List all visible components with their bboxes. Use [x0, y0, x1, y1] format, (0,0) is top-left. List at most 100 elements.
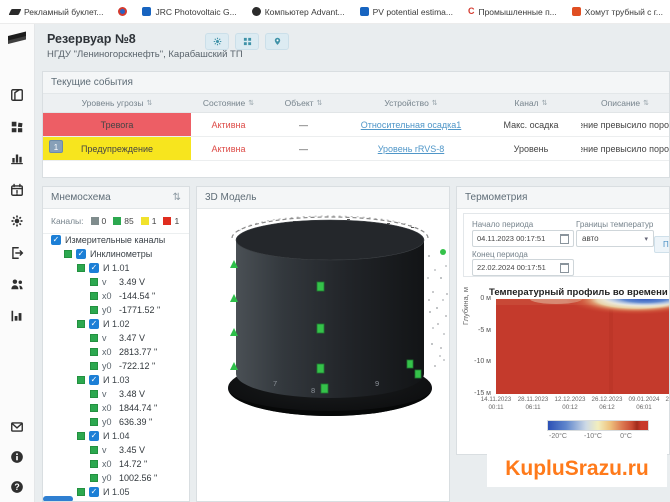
status-led-icon — [90, 404, 98, 412]
checkbox[interactable]: ✓ — [89, 263, 99, 273]
tree-item-value: 3.47 V — [119, 333, 145, 343]
x-tick-time: 06:12 — [587, 404, 627, 412]
bookmark-item[interactable]: Рекламный буклет... — [10, 7, 103, 17]
x-tick-date: 12.12.2023 — [550, 396, 590, 404]
c-letter-favicon: C — [468, 7, 475, 16]
watermark: KupluSrazu.ru — [487, 451, 667, 487]
end-period-input[interactable]: 22.02.2024 00:17:51 — [472, 259, 574, 276]
tree-item-key: y0 — [102, 305, 115, 315]
tree-item[interactable]: v3.47 V — [43, 331, 190, 345]
scan-points — [427, 255, 448, 367]
column-header[interactable]: Устройство⇅ — [341, 94, 481, 112]
bar-chart-icon[interactable] — [10, 151, 24, 165]
x-tick-time: 06:11 — [513, 404, 553, 412]
status-led-icon — [90, 278, 98, 286]
bookmark-item[interactable]: Хомут трубный с г... — [572, 7, 663, 17]
tree-item[interactable]: x0-144.54 " — [43, 289, 190, 303]
bookmark-item[interactable] — [118, 7, 127, 16]
info-icon[interactable] — [10, 450, 24, 464]
tree-item-value: 14.72 " — [119, 459, 147, 469]
users-icon[interactable] — [10, 277, 24, 291]
tree-item[interactable]: v3.49 V — [43, 275, 190, 289]
device-link[interactable]: Уровень rRVS-8 — [378, 144, 445, 154]
device-link[interactable]: Относительная осадка1 — [361, 120, 462, 130]
tree-item[interactable]: x01844.74 " — [43, 401, 190, 415]
bookmark-label: Компьютер Advant... — [265, 7, 345, 17]
flag-favicon — [9, 9, 22, 15]
bookmark-item[interactable]: CПромышленные п... — [468, 7, 557, 17]
bookmark-item[interactable]: JRC Photovoltaic G... — [142, 7, 236, 17]
pagination-page-button[interactable]: 1 — [49, 140, 63, 153]
threat-level-cell: Тревога — [43, 113, 191, 136]
checkbox[interactable]: ✓ — [89, 487, 99, 497]
calendar-icon[interactable] — [560, 263, 569, 273]
tree-item[interactable]: x02813.77 " — [43, 345, 190, 359]
report-icon[interactable] — [10, 309, 24, 323]
mail-icon[interactable] — [10, 420, 24, 434]
tree-item[interactable]: v3.48 V — [43, 387, 190, 401]
end-period-value: 22.02.2024 00:17:51 — [477, 263, 546, 272]
tank-3d-view[interactable]: 7 8 9 — [197, 208, 450, 502]
channel-cell: Макс. осадка — [481, 113, 581, 136]
tree-item-label: И 1.02 — [103, 319, 130, 329]
header-pin-button[interactable] — [265, 33, 289, 50]
column-header[interactable]: Состояние⇅ — [191, 94, 266, 112]
tree-item[interactable]: ✓И 1.01 — [43, 261, 190, 275]
tree-item[interactable]: ✓И 1.04 — [43, 429, 190, 443]
tree-item[interactable]: x014.72 " — [43, 457, 190, 471]
checkbox[interactable]: ✓ — [89, 431, 99, 441]
tree-item[interactable]: v3.45 V — [43, 443, 190, 457]
x-tick-label: 12.12.202300:12 — [550, 396, 590, 412]
help-icon[interactable]: ? — [10, 480, 24, 494]
status-led-icon — [64, 250, 72, 258]
logout-icon[interactable] — [10, 246, 24, 260]
tree-item[interactable]: ✓Измерительные каналы — [43, 233, 190, 247]
status-led-icon — [77, 264, 85, 272]
map-icon[interactable] — [10, 88, 24, 102]
checkbox[interactable]: ✓ — [89, 375, 99, 385]
filter-sort-icon[interactable]: ⇅ — [173, 187, 181, 208]
calendar-icon[interactable] — [560, 234, 569, 244]
events-panel-title: Текущие события — [51, 72, 133, 93]
tree-item[interactable]: y01002.56 " — [43, 471, 190, 485]
events-table-header: Уровень угрозы⇅Состояние⇅Объект⇅Устройст… — [43, 94, 669, 113]
checkbox[interactable]: ✓ — [76, 249, 86, 259]
current-events-panel: Текущие события Уровень угрозы⇅Состояние… — [42, 71, 670, 178]
tree-item[interactable]: y0-722.12 " — [43, 359, 190, 373]
column-header[interactable]: Описание⇅ — [581, 94, 669, 112]
column-header[interactable]: Объект⇅ — [266, 94, 341, 112]
tree-item-value: 1844.74 " — [119, 403, 157, 413]
checkbox[interactable]: ✓ — [89, 319, 99, 329]
header-grid-button[interactable] — [235, 33, 259, 50]
thermometry-panel: Термометрия Начало периода 04.11.2023 00… — [456, 186, 670, 455]
sort-icon: ⇅ — [432, 99, 438, 107]
tree-item[interactable]: ✓И 1.03 — [43, 373, 190, 387]
bookmarks-bar: Рекламный буклет... JRC Photovoltaic G...… — [0, 0, 670, 24]
temp-bounds-select[interactable]: авто ▾ — [576, 230, 654, 247]
column-header[interactable]: Канал⇅ — [481, 94, 581, 112]
horizontal-scrollbar-thumb[interactable] — [43, 496, 73, 502]
pv-favicon — [360, 7, 369, 16]
tree-item-key: y0 — [102, 417, 115, 427]
calendar-icon[interactable] — [10, 183, 24, 197]
column-header[interactable]: Уровень угрозы⇅ — [43, 94, 191, 112]
tree-item[interactable]: y0-1771.52 " — [43, 303, 190, 317]
app-logo-icon[interactable] — [5, 30, 29, 51]
bookmark-item[interactable]: Компьютер Advant... — [252, 7, 345, 17]
dashboard-icon[interactable] — [10, 120, 24, 134]
legend-color-icon — [91, 217, 99, 225]
tree-item[interactable]: ✓ И 1.02 — [43, 317, 190, 331]
show-button[interactable]: Показать — [654, 236, 670, 253]
start-period-input[interactable]: 04.11.2023 00:17:51 — [472, 230, 574, 247]
checkbox[interactable]: ✓ — [51, 235, 61, 245]
bookmark-label: Хомут трубный с г... — [585, 7, 663, 17]
grid-icon — [243, 34, 252, 49]
x-tick-time: 00:12 — [550, 404, 590, 412]
tree-item[interactable]: y0636.39 " — [43, 415, 190, 429]
gear-icon[interactable] — [10, 214, 24, 228]
status-led-icon — [77, 376, 85, 384]
header-gear-button[interactable] — [205, 33, 229, 50]
bookmark-item[interactable]: PV potential estima... — [360, 7, 453, 17]
tree-item[interactable]: ✓Инклинометры — [43, 247, 190, 261]
y-axis-label: Глубина, м — [461, 287, 470, 325]
